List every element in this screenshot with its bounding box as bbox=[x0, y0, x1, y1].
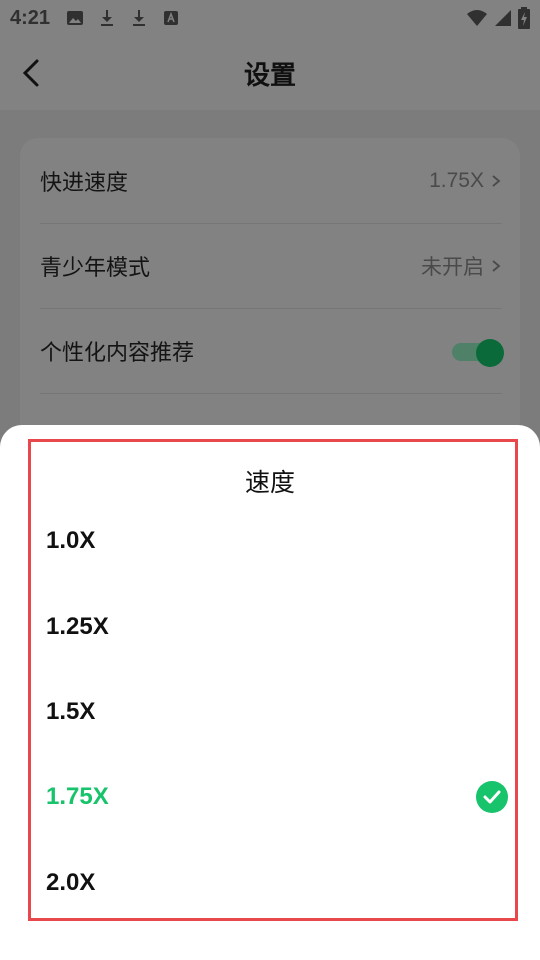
font-icon bbox=[162, 9, 180, 27]
sheet-title: 速度 bbox=[244, 469, 295, 497]
settings-card: 快进速度 1.75X 青少年模式 未开启 个性化内容推荐 bbox=[20, 138, 520, 468]
status-right-icons bbox=[466, 7, 530, 35]
settings-row-value: 1.75X bbox=[429, 169, 502, 193]
speed-option-1-0x[interactable]: 1.0X bbox=[46, 511, 516, 571]
settings-row-value: 未开启 bbox=[421, 251, 502, 281]
back-button[interactable] bbox=[14, 56, 48, 90]
chevron-right-icon bbox=[492, 259, 501, 272]
settings-row-label: 个性化内容推荐 bbox=[40, 339, 195, 365]
back-arrow-icon bbox=[22, 59, 39, 87]
app-bar: 设置 bbox=[0, 36, 540, 110]
speed-option-label: 1.0X bbox=[46, 527, 96, 554]
chevron-right-icon bbox=[492, 174, 501, 187]
signal-icon bbox=[494, 9, 512, 33]
row-value-text: 未开启 bbox=[421, 255, 484, 279]
settings-row-label: 青少年模式 bbox=[40, 254, 151, 280]
speed-option-1-75x[interactable]: 1.75X bbox=[46, 767, 516, 827]
wifi-icon bbox=[466, 9, 488, 33]
check-icon bbox=[476, 781, 508, 813]
status-left-icons bbox=[66, 9, 180, 27]
settings-row-teen-mode[interactable]: 青少年模式 未开启 bbox=[40, 223, 502, 309]
speed-bottom-sheet: 速度 1.0X 1.25X 1.5X 1.75X 2.0X bbox=[0, 425, 540, 960]
speed-option-label: 2.0X bbox=[46, 869, 96, 896]
settings-row-label: 快进速度 bbox=[40, 169, 129, 195]
image-icon bbox=[66, 9, 84, 27]
page-title: 设置 bbox=[243, 59, 296, 90]
row-value-text: 1.75X bbox=[429, 168, 484, 192]
speed-option-label: 1.25X bbox=[46, 613, 109, 640]
speed-option-label: 1.5X bbox=[46, 698, 96, 725]
personalized-recommendation-toggle[interactable] bbox=[452, 338, 504, 367]
status-time: 4:21 bbox=[10, 6, 51, 29]
speed-option-2-0x[interactable]: 2.0X bbox=[46, 853, 516, 913]
status-bar: 4:21 bbox=[0, 0, 540, 36]
download-icon bbox=[130, 9, 148, 27]
speed-option-1-25x[interactable]: 1.25X bbox=[46, 597, 516, 657]
download-icon bbox=[98, 9, 116, 27]
settings-row-personalized-recommendation: 个性化内容推荐 bbox=[40, 308, 504, 394]
speed-option-label: 1.75X bbox=[46, 783, 109, 810]
speed-option-1-5x[interactable]: 1.5X bbox=[46, 682, 516, 742]
toggle-knob bbox=[476, 338, 504, 367]
battery-icon bbox=[518, 7, 530, 35]
settings-row-fast-forward-speed[interactable]: 快进速度 1.75X bbox=[40, 138, 502, 224]
